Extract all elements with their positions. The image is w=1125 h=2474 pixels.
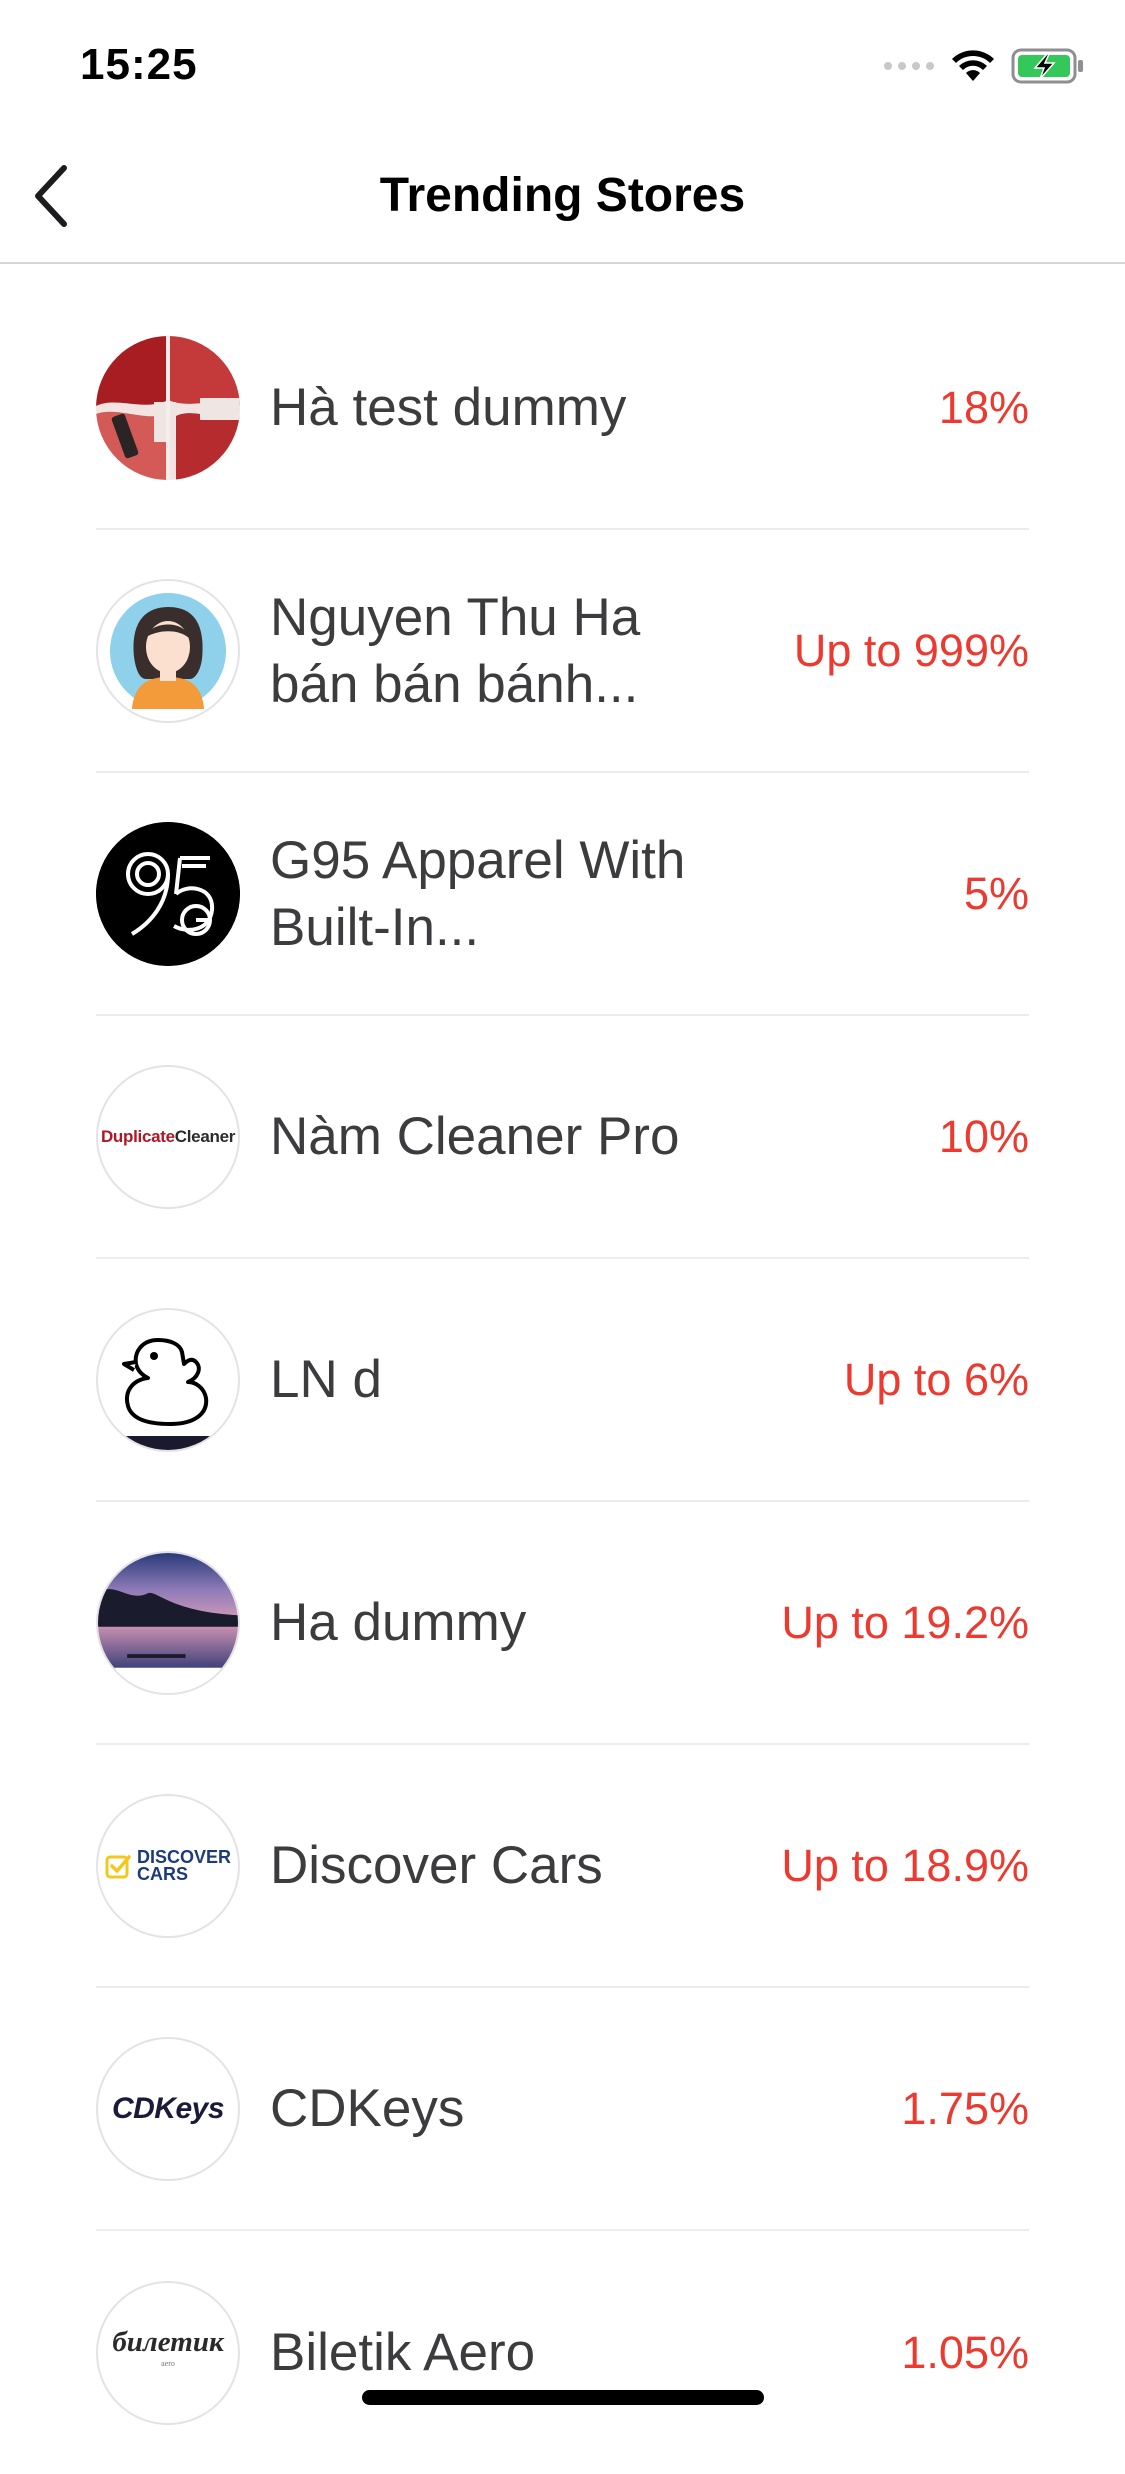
store-name: Biletik Aero: [270, 2323, 536, 2382]
store-row[interactable]: DISCOVER CARS Discover Cars Up to 18.9%: [96, 1745, 1029, 1988]
store-row[interactable]: Nguyen Thu Ha bán bán bánh... Up to 999%: [96, 530, 1029, 773]
cashback-rate: Up to 19.2%: [781, 1596, 1029, 1648]
cashback-rate: 18%: [938, 381, 1029, 433]
home-indicator[interactable]: [362, 2390, 764, 2405]
cashback-rate: 5%: [963, 867, 1029, 919]
store-name: Nguyen Thu Ha bán bán bánh...: [270, 587, 641, 714]
store-name: Nàm Cleaner Pro: [270, 1107, 680, 1166]
cashback-rate: 1.75%: [901, 2082, 1029, 2134]
store-name: G95 Apparel With Built-In...: [270, 830, 686, 957]
navigation-bar: Trending Stores: [0, 132, 1125, 264]
store-logo: [96, 821, 240, 966]
discover-cars-logo: DISCOVER CARS: [105, 1848, 231, 1883]
lipstick-photo-icon: [96, 335, 240, 480]
trending-stores-list: Hà test dummy 18% Nguyen Thu Ha bán bán …: [96, 287, 1029, 2474]
store-logo: CDKeys: [96, 2036, 240, 2181]
checkbox-icon: [105, 1853, 131, 1879]
cashback-rate: 1.05%: [901, 2326, 1029, 2378]
store-row[interactable]: CDKeys CDKeys 1.75%: [96, 1988, 1029, 2231]
store-row[interactable]: DuplicateCleaner Nàm Cleaner Pro 10%: [96, 1016, 1029, 1259]
store-logo: [96, 1307, 240, 1452]
cellular-signal-icon: [883, 59, 935, 78]
store-logo: [96, 1550, 240, 1695]
duck-logo-icon: [98, 1337, 238, 1450]
store-name: Discover Cars: [270, 1836, 603, 1895]
store-logo: [96, 578, 240, 723]
store-name: CDKeys: [270, 2079, 465, 2138]
cashback-rate: Up to 6%: [843, 1353, 1029, 1405]
store-name: Ha dummy: [270, 1593, 527, 1652]
store-logo: билетик aero: [96, 2280, 240, 2425]
cashback-rate: 10%: [938, 1110, 1029, 1162]
wifi-icon: [951, 49, 995, 88]
battery-charging-icon: [1011, 48, 1085, 89]
store-name: LN d: [270, 1350, 382, 1409]
biletik-logo: билетик aero: [112, 2325, 224, 2368]
store-row[interactable]: G95 Apparel With Built-In... 5%: [96, 773, 1029, 1016]
store-name: Hà test dummy: [270, 378, 627, 437]
duplicate-cleaner-logo: DuplicateCleaner: [100, 1126, 236, 1146]
cdkeys-logo: CDKeys: [111, 2091, 225, 2125]
status-icons: [883, 48, 1085, 89]
woman-avatar-icon: [110, 592, 226, 709]
store-row[interactable]: Ha dummy Up to 19.2%: [96, 1502, 1029, 1745]
store-row[interactable]: Hà test dummy 18%: [96, 287, 1029, 530]
status-bar: 15:25: [0, 0, 1125, 132]
cashback-rate: Up to 999%: [793, 624, 1029, 676]
store-logo: DISCOVER CARS: [96, 1793, 240, 1938]
store-logo: [96, 335, 240, 480]
store-row[interactable]: билетик aero Biletik Aero 1.05%: [96, 2231, 1029, 2474]
store-logo: DuplicateCleaner: [96, 1064, 240, 1209]
status-time: 15:25: [80, 40, 198, 89]
lake-sunset-photo-icon: [98, 1552, 238, 1693]
cashback-rate: Up to 18.9%: [781, 1839, 1029, 1891]
page-title: Trending Stores: [379, 169, 746, 222]
store-row[interactable]: LN d Up to 6%: [96, 1259, 1029, 1502]
g95-logo-icon: [96, 821, 240, 966]
